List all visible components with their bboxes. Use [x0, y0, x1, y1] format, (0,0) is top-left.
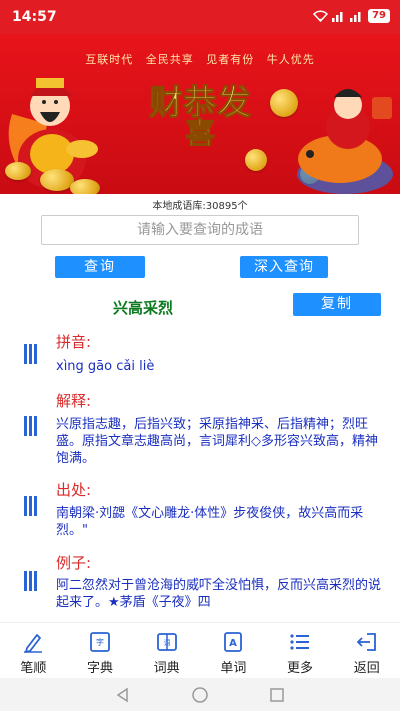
slogan-4: 牛人优先: [266, 53, 315, 66]
section-bars-icon: [24, 496, 38, 516]
pinyin-text: xìng gāo cǎi liè: [56, 359, 155, 374]
svg-text:A: A: [229, 638, 237, 649]
gold-coin: [40, 169, 74, 191]
nav-label: 更多: [287, 661, 314, 676]
nav-item-stroke-order[interactable]: 笔顺: [0, 623, 67, 678]
dictionary-icon: 字: [90, 632, 110, 652]
battery-icon: 79: [368, 9, 390, 23]
back-triangle-icon[interactable]: [115, 687, 131, 703]
deep-query-button[interactable]: 深入查询: [240, 256, 328, 278]
system-nav-bar: [0, 678, 400, 711]
svg-text:词: 词: [163, 639, 170, 647]
greeting-logo: 财恭发 喜: [149, 83, 252, 147]
bottom-nav: 笔顺 字 字典 词 词典 A 单词 更多 返回: [0, 622, 400, 678]
nav-item-more[interactable]: 更多: [267, 623, 334, 678]
nav-item-words[interactable]: A 单词: [200, 623, 267, 678]
section-bars-icon: [24, 416, 38, 436]
gold-coin: [70, 179, 100, 194]
list-icon: [290, 634, 310, 650]
signal-icon-2: [350, 12, 361, 22]
svg-text:喜: 喜: [185, 117, 215, 146]
word-dictionary-icon: 词: [156, 633, 177, 651]
nav-item-dictionary[interactable]: 字 字典: [67, 623, 134, 678]
exit-icon: [356, 633, 376, 651]
nav-item-back[interactable]: 返回: [333, 623, 400, 678]
explanation-text: 兴原指志趣，后指兴致；采原指神采、后指精神；烈旺盛。原指文章志趣高尚，言词犀利◇…: [56, 417, 378, 466]
status-icons: 79: [313, 9, 390, 23]
promo-banner[interactable]: 互联时代 全民共享 见者有份 牛人优先 财恭发 喜: [0, 34, 400, 194]
nav-label: 笔顺: [20, 661, 47, 676]
source-text: 南朝梁·刘勰《文心雕龙·体性》步夜俊侠，故兴高而采烈。": [56, 506, 364, 538]
example-title: 例子:: [56, 554, 92, 572]
idiom-title: 兴高采烈: [113, 299, 174, 317]
god-of-wealth-right-image: [297, 89, 393, 194]
library-count: 本地成语库:30895个: [152, 201, 248, 212]
nav-item-word-dictionary[interactable]: 词 词典: [133, 623, 200, 678]
nav-label: 单词: [220, 661, 247, 676]
source-title: 出处:: [56, 481, 92, 499]
section-bars-icon: [24, 571, 38, 591]
signal-icon: [332, 12, 343, 22]
status-bar: 14:57 79: [0, 0, 400, 34]
nav-label: 字典: [87, 661, 114, 676]
pinyin-title: 拼音:: [56, 333, 92, 351]
slogan-2: 全民共享: [145, 53, 194, 66]
word-card-icon: A: [224, 632, 243, 652]
gold-coin: [245, 149, 267, 171]
status-time: 14:57: [12, 9, 57, 25]
pen-icon: [24, 634, 43, 653]
home-circle-icon[interactable]: [191, 686, 209, 704]
section-bars-icon: [24, 344, 38, 364]
example-text: 阿二忽然对于曾沧海的威吓全没怕惧，反而兴高采烈的说起来了。★茅盾《子夜》四: [56, 578, 382, 610]
slogan-3: 见者有份: [206, 53, 255, 66]
search-input[interactable]: 请输入要查询的成语: [41, 215, 359, 245]
query-button[interactable]: 查询: [55, 256, 145, 278]
svg-text:字: 字: [96, 637, 104, 647]
gold-coin: [5, 162, 31, 180]
explanation-title: 解释:: [56, 392, 92, 410]
recents-square-icon[interactable]: [269, 687, 285, 703]
wifi-icon: [313, 10, 329, 22]
nav-label: 返回: [353, 661, 380, 676]
nav-label: 词典: [153, 661, 180, 676]
copy-button[interactable]: 复制: [293, 293, 381, 316]
